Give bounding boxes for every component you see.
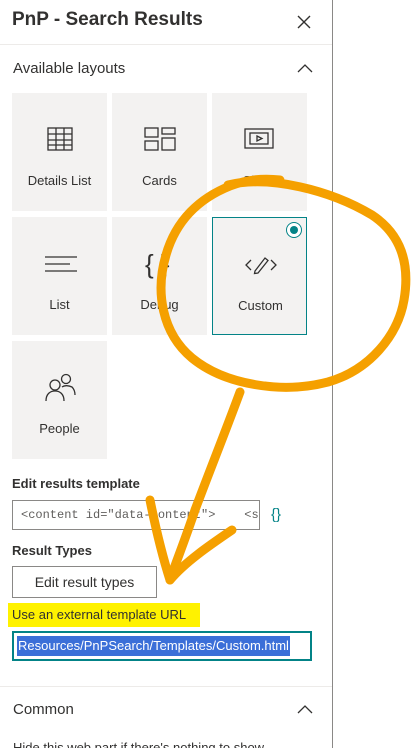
- tile-label: List: [49, 297, 70, 312]
- property-pane: PnP - Search Results Available layouts D…: [0, 0, 333, 748]
- tile-label: Details List: [27, 173, 92, 188]
- edit-code-icon: [245, 257, 277, 275]
- layout-tile-people[interactable]: People: [12, 341, 107, 459]
- curly-braces-icon: { }: [145, 249, 170, 279]
- template-input[interactable]: <content id="data-content"> <st...: [12, 500, 260, 530]
- section-title-common[interactable]: Common: [13, 701, 74, 718]
- table-icon: [47, 127, 73, 151]
- divider: [0, 686, 332, 687]
- edit-template-braces-icon[interactable]: {}: [271, 506, 281, 523]
- section-title-available-layouts[interactable]: Available layouts: [13, 60, 125, 77]
- template-label: Edit results template: [12, 476, 140, 491]
- cards-icon: [144, 127, 176, 151]
- tile-label: Custom: [238, 298, 283, 313]
- layout-tile-debug[interactable]: { } Debug: [112, 217, 207, 335]
- pane-title: PnP - Search Results: [12, 9, 203, 30]
- layout-tile-custom[interactable]: Custom: [212, 217, 307, 335]
- tile-label: Cards: [142, 173, 177, 188]
- layout-tile-cards[interactable]: Cards: [112, 93, 207, 211]
- close-icon[interactable]: [292, 10, 316, 34]
- chevron-up-icon[interactable]: [296, 62, 314, 74]
- layout-tile-list[interactable]: List: [12, 217, 107, 335]
- selected-url-text: Resources/PnPSearch/Templates/Custom.htm…: [17, 636, 290, 656]
- list-icon: [45, 256, 77, 272]
- selected-radio-icon: [286, 222, 302, 238]
- divider: [0, 44, 332, 45]
- people-icon: [45, 373, 76, 402]
- external-template-url-input[interactable]: Resources/PnPSearch/Templates/Custom.htm…: [12, 631, 312, 661]
- edit-result-types-button[interactable]: Edit result types: [12, 566, 157, 598]
- tile-label: People: [39, 421, 80, 436]
- tile-label: Debug: [140, 297, 179, 312]
- layout-tile-slider[interactable]: Slider: [212, 93, 307, 211]
- svg-text:{ }: { }: [145, 249, 170, 279]
- pane-header: PnP - Search Results: [0, 0, 332, 44]
- tile-label: Slider: [242, 173, 277, 188]
- external-template-label: Use an external template URL: [12, 607, 187, 622]
- chevron-up-icon[interactable]: [296, 703, 314, 715]
- slider-icon: [244, 128, 274, 149]
- hide-webpart-toggle-label: Hide this web part if there's nothing to…: [13, 740, 265, 748]
- result-types-label: Result Types: [12, 543, 92, 558]
- layout-tile-details-list[interactable]: Details List: [12, 93, 107, 211]
